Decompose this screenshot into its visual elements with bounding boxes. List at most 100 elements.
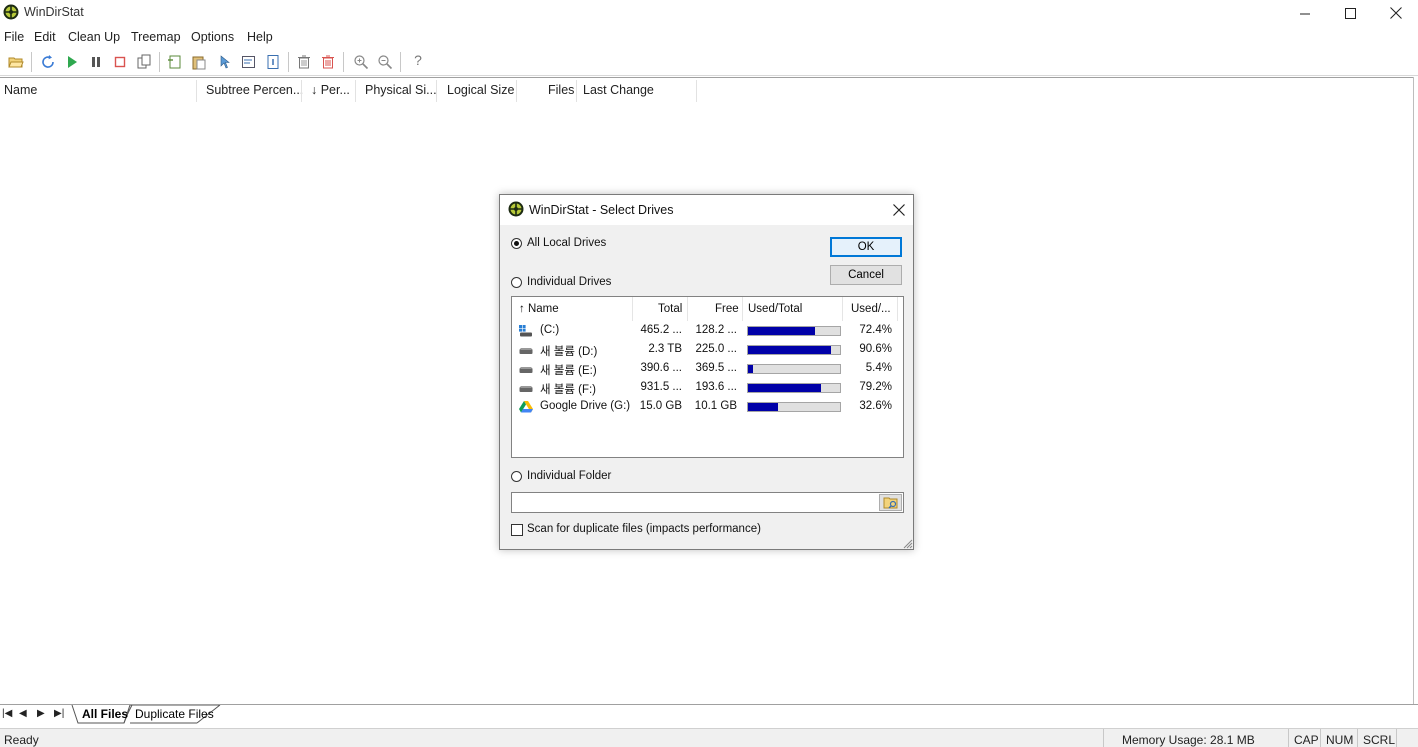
properties-icon[interactable] <box>265 54 281 70</box>
usage-bar <box>747 383 841 393</box>
radio-individual-folder[interactable] <box>511 471 522 482</box>
usage-bar-fill <box>748 384 821 392</box>
status-scrl: SCRL <box>1363 733 1396 747</box>
status-cap: CAP <box>1294 733 1319 747</box>
google-drive-icon <box>519 401 533 413</box>
usage-bar <box>747 326 841 336</box>
menu-clean-up[interactable]: Clean Up <box>68 30 120 44</box>
label-individual-folder[interactable]: Individual Folder <box>527 470 611 482</box>
column-logical-size[interactable]: Logical Size <box>447 83 514 97</box>
column-physical-size[interactable]: Physical Si... <box>365 83 437 97</box>
open-icon[interactable] <box>8 54 24 70</box>
status-num: NUM <box>1326 733 1354 747</box>
close-icon <box>893 204 905 216</box>
menu-help[interactable]: Help <box>247 30 273 44</box>
next-tab-icon[interactable]: ▶ <box>37 708 45 719</box>
edit-icon[interactable] <box>241 54 257 70</box>
usage-bar-fill <box>748 365 753 373</box>
stop-icon[interactable] <box>112 54 128 70</box>
select-icon[interactable] <box>216 54 232 70</box>
paste-icon[interactable] <box>191 54 207 70</box>
column-files[interactable]: Files <box>548 83 574 97</box>
drive-row-c[interactable]: (C:) 465.2 ... 128.2 ... 72.4% <box>512 322 903 341</box>
usage-bar <box>747 364 841 374</box>
browse-folder-button[interactable] <box>879 494 902 511</box>
toolbar: ? <box>0 49 1418 76</box>
minimize-icon <box>1299 13 1310 14</box>
menu-bar: File Edit Clean Up Treemap Options Help <box>0 27 1418 47</box>
dialog-close-button[interactable] <box>888 199 910 221</box>
delete-icon[interactable] <box>296 54 312 70</box>
refresh-icon[interactable] <box>40 54 56 70</box>
column-name[interactable]: Name <box>4 83 37 97</box>
menu-options[interactable]: Options <box>191 30 234 44</box>
file-list-header: Name Subtree Percen... ↓ Per... Physical… <box>0 77 1414 102</box>
cancel-button[interactable]: Cancel <box>830 265 902 285</box>
usage-bar-fill <box>748 327 815 335</box>
minimize-button[interactable] <box>1282 0 1328 26</box>
close-button[interactable] <box>1373 0 1418 26</box>
tab-duplicate-files[interactable]: Duplicate Files <box>129 705 220 723</box>
first-tab-icon[interactable]: |◀ <box>2 708 12 719</box>
drive-column-used-percent[interactable]: Used/... <box>851 303 891 315</box>
usage-bar <box>747 345 841 355</box>
zoom-out-icon[interactable] <box>377 54 393 70</box>
copy-path-icon[interactable] <box>136 54 152 70</box>
drive-row-d[interactable]: 새 볼륨 (D:) 2.3 TB 225.0 ... 90.6% <box>512 341 903 360</box>
drive-column-name[interactable]: ↑ Name <box>519 303 559 315</box>
status-memory-usage: Memory Usage: 28.1 MB <box>1122 733 1255 747</box>
drive-row-g[interactable]: Google Drive (G:) 15.0 GB 10.1 GB 32.6% <box>512 398 903 417</box>
drive-row-e[interactable]: 새 볼륨 (E:) 390.6 ... 369.5 ... 5.4% <box>512 360 903 379</box>
drive-row-f[interactable]: 새 볼륨 (F:) 931.5 ... 193.6 ... 79.2% <box>512 379 903 398</box>
hard-drive-icon <box>519 367 533 373</box>
dialog-title-bar: WinDirStat - Select Drives <box>500 195 913 225</box>
maximize-icon <box>1344 7 1356 19</box>
pause-icon[interactable] <box>88 54 104 70</box>
previous-tab-icon[interactable]: ◀ <box>19 708 27 719</box>
select-drives-dialog: WinDirStat - Select Drives All Local Dri… <box>499 194 914 550</box>
windows-drive-icon <box>519 325 532 337</box>
resume-icon[interactable] <box>64 54 80 70</box>
column-subtree-percentage[interactable]: Subtree Percen... <box>206 83 303 97</box>
new-folder-icon[interactable] <box>167 54 183 70</box>
close-icon <box>1390 7 1402 19</box>
status-bar: Ready Memory Usage: 28.1 MB CAP NUM SCRL <box>0 728 1418 747</box>
drive-list[interactable]: ↑ Name Total Free Used/Total Used/... (C… <box>511 296 904 458</box>
status-ready: Ready <box>4 733 39 747</box>
label-individual-drives[interactable]: Individual Drives <box>527 276 611 288</box>
dialog-title: WinDirStat - Select Drives <box>529 203 674 217</box>
drive-column-used-total[interactable]: Used/Total <box>748 303 802 315</box>
hard-drive-icon <box>519 386 533 392</box>
ok-button[interactable]: OK <box>830 237 902 257</box>
window-title: WinDirStat <box>24 5 84 19</box>
column-percentage[interactable]: ↓ Per... <box>311 83 350 97</box>
maximize-button[interactable] <box>1327 0 1373 26</box>
duplicate-scan-checkbox[interactable] <box>511 524 523 536</box>
resize-grip-icon[interactable] <box>901 537 913 549</box>
windirstat-logo-icon <box>3 4 19 20</box>
hard-drive-icon <box>519 348 533 354</box>
delete-permanently-icon[interactable] <box>320 54 336 70</box>
menu-treemap[interactable]: Treemap <box>131 30 181 44</box>
last-tab-icon[interactable]: ▶| <box>54 708 64 719</box>
folder-path-input[interactable] <box>511 492 904 513</box>
tab-all-files[interactable]: All Files <box>76 705 134 723</box>
windirstat-logo-icon <box>508 201 524 217</box>
drive-column-total[interactable]: Total <box>658 303 682 315</box>
drive-column-free[interactable]: Free <box>715 303 739 315</box>
tab-bar: |◀ ◀ ▶ ▶| All Files Duplicate Files <box>0 704 1418 725</box>
label-all-local-drives[interactable]: All Local Drives <box>527 237 606 249</box>
folder-browse-icon <box>883 497 898 509</box>
title-bar: WinDirStat <box>0 0 1418 26</box>
help-icon[interactable]: ? <box>410 52 426 68</box>
menu-file[interactable]: File <box>4 30 24 44</box>
usage-bar <box>747 402 841 412</box>
radio-all-local-drives[interactable] <box>511 238 522 249</box>
pane-border <box>1413 77 1414 704</box>
column-last-change[interactable]: Last Change <box>583 83 654 97</box>
radio-individual-drives[interactable] <box>511 277 522 288</box>
zoom-in-icon[interactable] <box>353 54 369 70</box>
menu-edit[interactable]: Edit <box>34 30 56 44</box>
usage-bar-fill <box>748 346 832 354</box>
label-duplicate-scan[interactable]: Scan for duplicate files (impacts perfor… <box>527 523 761 535</box>
